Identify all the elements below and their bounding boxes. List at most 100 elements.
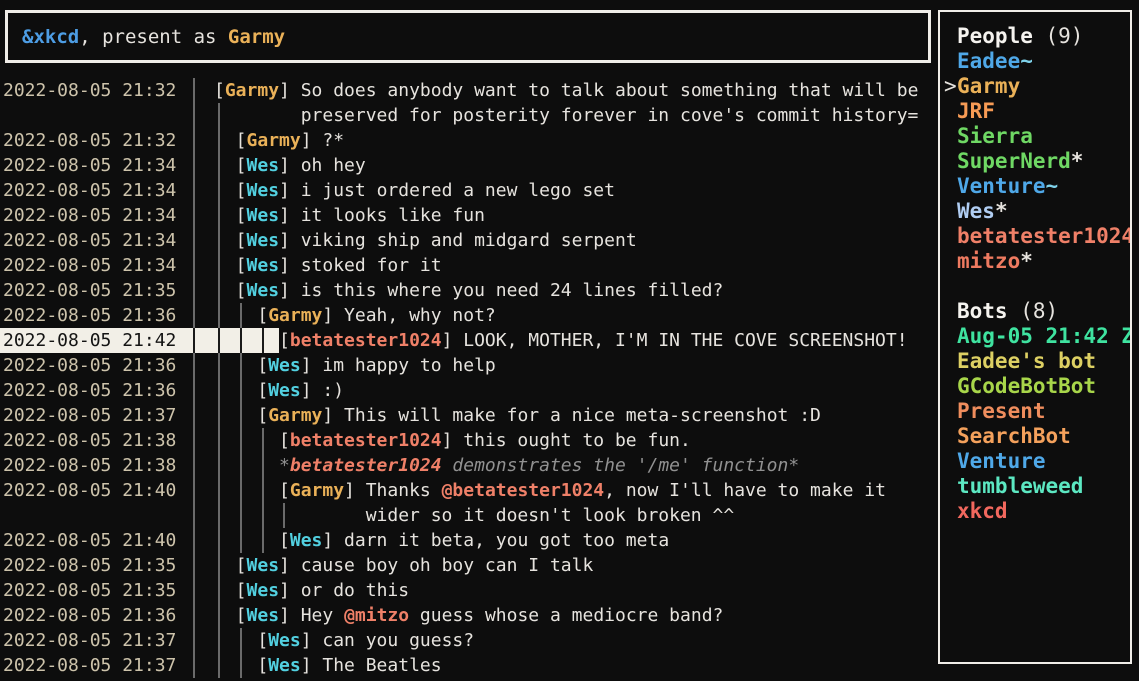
nick[interactable]: Garmy xyxy=(225,80,279,101)
message-text: [Wes] im happy to help xyxy=(257,353,495,378)
thread-indent-guide xyxy=(214,203,236,228)
nick[interactable]: Wes xyxy=(268,355,301,376)
nick[interactable]: Wes xyxy=(247,555,280,576)
text-segment: ] i just ordered a new lego set xyxy=(279,180,615,201)
nick[interactable]: Garmy xyxy=(290,480,344,501)
line-lead: 2022-08-05 21:42 xyxy=(0,328,279,353)
bot-item-aug-05-21-42-z[interactable]: Aug-05 21:42 Z xyxy=(944,324,1130,349)
marker-space xyxy=(944,149,957,174)
marker-space xyxy=(944,324,957,349)
current-user-marker: > xyxy=(944,74,957,99)
people-item-mitzo[interactable]: mitzo* xyxy=(944,249,1130,274)
mention[interactable]: @betatester1024 xyxy=(442,480,605,501)
people-item-wes[interactable]: Wes* xyxy=(944,199,1130,224)
thread-indent-guide xyxy=(214,103,236,128)
people-header: People (9) xyxy=(944,24,1130,49)
thread-indent-guide xyxy=(214,503,236,528)
column-separator-line xyxy=(177,653,214,678)
text-segment: ] ?* xyxy=(301,130,344,151)
bot-item-searchbot[interactable]: SearchBot xyxy=(944,424,1130,449)
bot-item-present[interactable]: Present xyxy=(944,399,1130,424)
column-separator-line xyxy=(177,578,214,603)
nick[interactable]: betatester1024 xyxy=(290,330,442,351)
message-text: [Garmy] So does anybody want to talk abo… xyxy=(214,78,918,103)
nick[interactable]: betatester1024 xyxy=(290,430,442,451)
thread-indent-guide xyxy=(214,578,236,603)
nick[interactable]: Wes xyxy=(247,580,280,601)
thread-indent-guide xyxy=(214,228,236,253)
wrap-indent xyxy=(236,103,301,128)
bot-item-venture[interactable]: Venture xyxy=(944,449,1130,474)
text-segment: guess whose a mediocre band? xyxy=(409,605,723,626)
line-lead: 2022-08-05 21:36 xyxy=(0,353,257,378)
message-text: [Wes] viking ship and midgard serpent xyxy=(236,228,637,253)
text-segment: ] Thanks xyxy=(344,480,442,501)
bots-list: Aug-05 21:42 ZEadee's botGCodeBotBotPres… xyxy=(944,324,1130,524)
message-text: [Wes] i just ordered a new lego set xyxy=(236,178,615,203)
bot-item-gcodebotbot[interactable]: GCodeBotBot xyxy=(944,374,1130,399)
column-separator-line xyxy=(177,528,214,553)
nick[interactable]: Garmy xyxy=(247,130,301,151)
nick[interactable]: Wes xyxy=(247,255,280,276)
line-lead: 2022-08-05 21:36 xyxy=(0,378,257,403)
people-item-supernerd[interactable]: SuperNerd* xyxy=(944,149,1130,174)
nick[interactable]: Wes xyxy=(247,205,280,226)
people-item-garmy[interactable]: >Garmy xyxy=(944,74,1130,99)
line-lead: 2022-08-05 21:34 xyxy=(0,153,236,178)
column-separator-line xyxy=(177,103,214,128)
thread-indent-guide xyxy=(257,453,279,478)
bot-item-tumbleweed[interactable]: tumbleweed xyxy=(944,474,1130,499)
people-item-betatester1024[interactable]: betatester1024 xyxy=(944,224,1130,249)
nick[interactable]: Wes xyxy=(247,605,280,626)
text-segment: [ xyxy=(279,480,290,501)
text-segment: ] this ought to be fun. xyxy=(442,430,691,451)
bot-item-xkcd[interactable]: xkcd xyxy=(944,499,1130,524)
people-label: People xyxy=(957,24,1033,49)
message-text: [Wes] darn it beta, you got too meta xyxy=(279,528,669,553)
timestamp: 2022-08-05 21:32 xyxy=(0,78,177,103)
message-text: [Wes] or do this xyxy=(236,578,409,603)
nick[interactable]: Garmy xyxy=(268,305,322,326)
nick[interactable]: Wes xyxy=(268,630,301,651)
text-segment: ] it looks like fun xyxy=(279,205,485,226)
column-separator-line xyxy=(177,278,214,303)
people-item-eadee[interactable]: Eadee~ xyxy=(944,49,1130,74)
nick[interactable]: Garmy xyxy=(268,405,322,426)
thread-indent-guide xyxy=(214,528,236,553)
nick[interactable]: Wes xyxy=(290,530,323,551)
text-segment: [ xyxy=(257,355,268,376)
people-item-jrf[interactable]: JRF xyxy=(944,99,1130,124)
nick[interactable]: Wes xyxy=(247,280,280,301)
thread-indent-guide xyxy=(214,328,236,353)
text-segment: ] stoked for it xyxy=(279,255,442,276)
people-item-venture[interactable]: Venture~ xyxy=(944,174,1130,199)
timestamp: 2022-08-05 21:38 xyxy=(0,453,177,478)
nick[interactable]: Wes xyxy=(247,180,280,201)
marker-space xyxy=(944,424,957,449)
thread-indent-guide xyxy=(236,303,258,328)
nick[interactable]: Wes xyxy=(268,655,301,676)
mention[interactable]: @mitzo xyxy=(344,605,409,626)
column-separator-line xyxy=(177,353,214,378)
people-item-sierra[interactable]: Sierra xyxy=(944,124,1130,149)
marker-space xyxy=(944,124,957,149)
bot-nick: Aug-05 21:42 Z xyxy=(957,324,1132,349)
line-lead: 2022-08-05 21:35 xyxy=(0,278,236,303)
chat-line: 2022-08-05 21:40[Wes] darn it beta, you … xyxy=(0,528,936,553)
nick[interactable]: Wes xyxy=(247,155,280,176)
text-segment: ] The Beatles xyxy=(301,655,442,676)
nick[interactable]: Wes xyxy=(268,380,301,401)
bot-item-eadee-s-bot[interactable]: Eadee's bot xyxy=(944,349,1130,374)
thread-indent-guide xyxy=(236,653,258,678)
nick[interactable]: betatester1024 xyxy=(290,455,442,476)
current-nick: Garmy xyxy=(228,26,285,48)
user-list-panel: People (9) Eadee~>GarmyJRFSierraSuperNer… xyxy=(938,10,1132,664)
thread-indent-guide xyxy=(214,628,236,653)
chat-line: 2022-08-05 21:35[Wes] or do this xyxy=(0,578,936,603)
text-segment: ] or do this xyxy=(279,580,409,601)
nick[interactable]: Wes xyxy=(247,230,280,251)
marker-space xyxy=(944,249,957,274)
message-text: [Wes] it looks like fun xyxy=(236,203,485,228)
timestamp: 2022-08-05 21:35 xyxy=(0,278,177,303)
text-segment: [ xyxy=(279,330,290,351)
